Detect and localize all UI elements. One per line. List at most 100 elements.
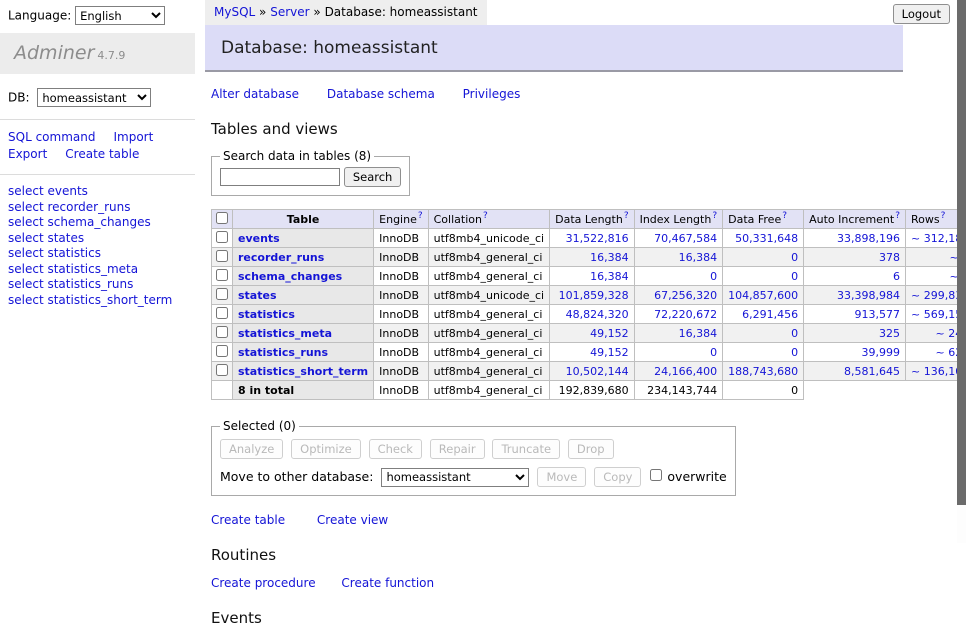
sidebar-link-sql-command[interactable]: SQL command xyxy=(8,130,95,144)
auto-increment-link[interactable]: 378 xyxy=(879,251,900,264)
alter-database-link[interactable]: Alter database xyxy=(211,87,299,101)
table-name-link[interactable]: statistics_runs xyxy=(238,346,328,359)
auto-increment-link[interactable]: 39,999 xyxy=(862,346,901,359)
help-link[interactable]: ? xyxy=(895,211,900,221)
scrollbar-thumb[interactable] xyxy=(957,0,966,505)
index-length-link[interactable]: 67,256,320 xyxy=(654,289,717,302)
search-button[interactable]: Search xyxy=(344,167,402,187)
sidebar-table-link[interactable]: select statistics_meta xyxy=(8,262,138,276)
help-link[interactable]: ? xyxy=(624,211,629,221)
table-header-row: Table Engine? Collation? Data Length? In… xyxy=(212,210,966,229)
index-length-link[interactable]: 24,166,400 xyxy=(654,365,717,378)
create-procedure-link[interactable]: Create procedure xyxy=(211,576,316,590)
help-link[interactable]: ? xyxy=(418,211,423,221)
check-button[interactable]: Check xyxy=(369,439,422,459)
data-free-link[interactable]: 0 xyxy=(791,270,798,283)
auto-increment-link[interactable]: 325 xyxy=(879,327,900,340)
breadcrumb-server-link[interactable]: Server xyxy=(270,5,309,19)
drop-button[interactable]: Drop xyxy=(568,439,614,459)
auto-increment-link[interactable]: 33,898,196 xyxy=(837,232,900,245)
index-length-link[interactable]: 0 xyxy=(710,346,717,359)
move-database-select[interactable]: homeassistant xyxy=(381,468,529,487)
help-link[interactable]: ? xyxy=(483,211,488,221)
overwrite-checkbox[interactable] xyxy=(650,469,662,481)
data-free-link[interactable]: 0 xyxy=(791,327,798,340)
data-length-link[interactable]: 49,152 xyxy=(590,346,629,359)
data-length-link[interactable]: 49,152 xyxy=(590,327,629,340)
table-name-link[interactable]: events xyxy=(238,232,280,245)
sidebar-table-link[interactable]: select schema_changes xyxy=(8,215,151,229)
repair-button[interactable]: Repair xyxy=(430,439,485,459)
auto-increment-link[interactable]: 6 xyxy=(893,270,900,283)
table-name-link[interactable]: statistics_meta xyxy=(238,327,332,340)
adminer-logo[interactable]: Adminer xyxy=(14,42,94,64)
search-input[interactable] xyxy=(220,168,340,186)
language-select[interactable]: English xyxy=(75,6,165,25)
data-length-link[interactable]: 16,384 xyxy=(590,270,629,283)
data-free-link[interactable]: 188,743,680 xyxy=(728,365,798,378)
index-length-link[interactable]: 16,384 xyxy=(679,251,718,264)
select-all-checkbox[interactable] xyxy=(216,212,228,224)
privileges-link[interactable]: Privileges xyxy=(463,87,521,101)
row-checkbox[interactable] xyxy=(216,345,228,357)
sidebar-table-link[interactable]: select recorder_runs xyxy=(8,200,131,214)
table-name-cell: states xyxy=(233,286,374,305)
copy-button[interactable]: Copy xyxy=(594,467,641,487)
table-name-link[interactable]: statistics xyxy=(238,308,295,321)
database-schema-link[interactable]: Database schema xyxy=(327,87,435,101)
sidebar-link-create-table[interactable]: Create table xyxy=(65,147,139,161)
row-checkbox[interactable] xyxy=(216,250,228,262)
index-length-link[interactable]: 0 xyxy=(710,270,717,283)
table-name-link[interactable]: states xyxy=(238,289,277,302)
help-link[interactable]: ? xyxy=(782,211,787,221)
help-link[interactable]: ? xyxy=(941,211,946,221)
db-select[interactable]: homeassistant xyxy=(37,88,151,107)
sidebar-table-link[interactable]: select states xyxy=(8,231,84,245)
row-checkbox[interactable] xyxy=(216,231,228,243)
data-length-link[interactable]: 16,384 xyxy=(590,251,629,264)
index-length-link[interactable]: 70,467,584 xyxy=(654,232,717,245)
vertical-scrollbar[interactable] xyxy=(957,0,966,543)
sidebar-table-link[interactable]: select statistics_runs xyxy=(8,277,133,291)
sidebar-table-link[interactable]: select statistics xyxy=(8,246,101,260)
row-checkbox[interactable] xyxy=(216,326,228,338)
row-checkbox[interactable] xyxy=(216,364,228,376)
data-free-link[interactable]: 6,291,456 xyxy=(742,308,798,321)
auto-increment-link[interactable]: 33,398,984 xyxy=(837,289,900,302)
table-name-link[interactable]: schema_changes xyxy=(238,270,342,283)
move-button[interactable]: Move xyxy=(537,467,586,487)
table-name-link[interactable]: statistics_short_term xyxy=(238,365,368,378)
table-name-link[interactable]: recorder_runs xyxy=(238,251,324,264)
data-free-link[interactable]: 0 xyxy=(791,251,798,264)
help-link[interactable]: ? xyxy=(712,211,717,221)
truncate-button[interactable]: Truncate xyxy=(492,439,560,459)
row-checkbox[interactable] xyxy=(216,269,228,281)
data-length-link[interactable]: 31,522,816 xyxy=(566,232,629,245)
breadcrumb-mysql-link[interactable]: MySQL xyxy=(214,5,255,19)
data-length-link[interactable]: 48,824,320 xyxy=(566,308,629,321)
row-checkbox[interactable] xyxy=(216,288,228,300)
analyze-button[interactable]: Analyze xyxy=(220,439,283,459)
data-free-link[interactable]: 0 xyxy=(791,346,798,359)
index-length-link[interactable]: 72,220,672 xyxy=(654,308,717,321)
data-free-link[interactable]: 104,857,600 xyxy=(728,289,798,302)
data-length-cell: 16,384 xyxy=(550,248,634,267)
create-function-link[interactable]: Create function xyxy=(341,576,434,590)
data-length-link[interactable]: 101,859,328 xyxy=(559,289,629,302)
data-free-link[interactable]: 50,331,648 xyxy=(735,232,798,245)
create-table-link[interactable]: Create table xyxy=(211,513,285,527)
auto-increment-link[interactable]: 8,581,645 xyxy=(844,365,900,378)
create-view-link[interactable]: Create view xyxy=(317,513,388,527)
sidebar-link-import[interactable]: Import xyxy=(113,130,153,144)
sidebar-link-export[interactable]: Export xyxy=(8,147,47,161)
index-length-link[interactable]: 16,384 xyxy=(679,327,718,340)
optimize-button[interactable]: Optimize xyxy=(291,439,361,459)
sidebar-table-link[interactable]: select statistics_short_term xyxy=(8,293,172,307)
data-length-link[interactable]: 10,502,144 xyxy=(566,365,629,378)
selected-legend: Selected (0) xyxy=(220,419,299,433)
logout-button[interactable]: Logout xyxy=(893,4,950,24)
auto-increment-link[interactable]: 913,577 xyxy=(855,308,901,321)
sidebar-table-link[interactable]: select events xyxy=(8,184,88,198)
row-checkbox[interactable] xyxy=(216,307,228,319)
table-row: statistics_short_termInnoDButf8mb4_gener… xyxy=(212,362,966,381)
